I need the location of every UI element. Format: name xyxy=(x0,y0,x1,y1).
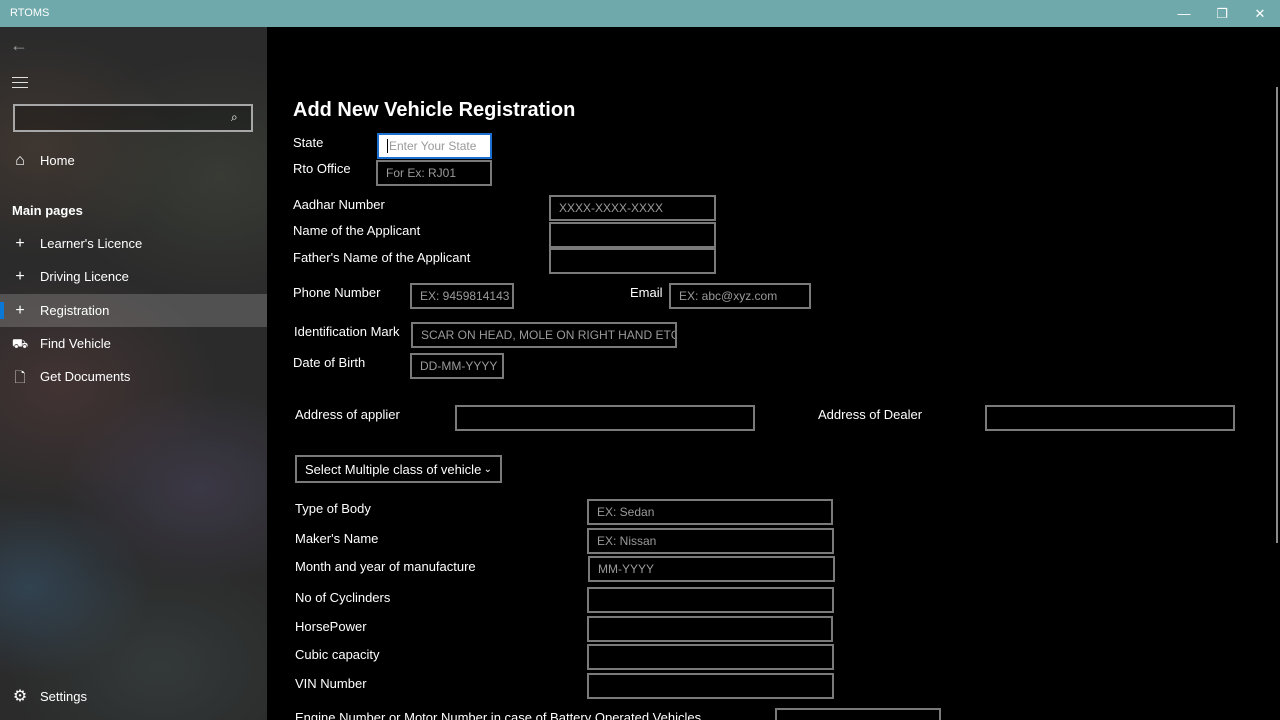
vin-label: VIN Number xyxy=(295,676,367,691)
home-icon: ⌂ xyxy=(15,151,25,169)
page-title: Add New Vehicle Registration xyxy=(293,99,576,121)
father-name-label: Father's Name of the Applicant xyxy=(293,250,471,265)
app-title: RTOMS xyxy=(10,7,50,19)
nav-item-label: Home xyxy=(40,153,75,168)
nav-item-label: Registration xyxy=(40,303,110,318)
identification-mark-input[interactable]: SCAR ON HEAD, MOLE ON RIGHT HAND ETC xyxy=(411,322,677,348)
search-icon[interactable]: ⌕ xyxy=(231,110,245,124)
phone-label: Phone Number xyxy=(293,285,381,300)
gear-icon: ⚙ xyxy=(12,687,28,705)
maker-label: Maker's Name xyxy=(295,531,379,546)
title-bar: RTOMS — ❐ ✕ xyxy=(0,0,1280,27)
father-name-input[interactable] xyxy=(549,248,716,274)
plus-icon: + xyxy=(15,301,25,319)
horsepower-input[interactable] xyxy=(587,616,833,642)
aadhar-label: Aadhar Number xyxy=(293,197,385,212)
restore-button[interactable]: ❐ xyxy=(1203,0,1241,27)
address-dealer-label: Address of Dealer xyxy=(818,407,923,422)
manufacture-input[interactable]: MM-YYYY xyxy=(588,556,835,582)
rto-office-label: Rto Office xyxy=(293,161,351,176)
dob-label: Date of Birth xyxy=(293,355,366,370)
email-input[interactable]: EX: abc@xyz.com xyxy=(669,283,811,309)
state-input[interactable]: Enter Your State xyxy=(377,133,492,159)
applicant-name-input[interactable] xyxy=(549,222,716,248)
dropdown-label: Select Multiple class of vehicle xyxy=(305,461,482,477)
dob-input[interactable]: DD-MM-YYYY xyxy=(410,353,504,379)
nav-item-label: Driving Licence xyxy=(40,269,129,284)
nav-item-driving-licence[interactable]: + Driving Licence xyxy=(0,260,267,293)
nav-item-find-vehicle[interactable]: ⛟ Find Vehicle xyxy=(0,327,267,360)
applicant-name-label: Name of the Applicant xyxy=(293,223,421,238)
main-content: Add New Vehicle Registration State Enter… xyxy=(267,27,1280,720)
nav-item-learners-licence[interactable]: + Learner's Licence xyxy=(0,227,267,260)
rto-office-input[interactable]: For Ex: RJ01 xyxy=(376,160,492,186)
nav-item-label: Learner's Licence xyxy=(40,236,143,251)
nav-item-label: Get Documents xyxy=(40,369,131,384)
nav-item-label: Find Vehicle xyxy=(40,336,111,351)
address-applier-input[interactable] xyxy=(455,405,755,431)
hamburger-menu-icon[interactable] xyxy=(12,77,28,89)
cubic-capacity-label: Cubic capacity xyxy=(295,647,380,662)
nav-item-settings[interactable]: ⚙ Settings xyxy=(0,680,267,713)
engine-number-label: Engine Number or Motor Number in case of… xyxy=(295,710,702,720)
address-dealer-input[interactable] xyxy=(985,405,1235,431)
cubic-capacity-input[interactable] xyxy=(587,644,834,670)
cylinders-label: No of Cyclinders xyxy=(295,590,391,605)
vertical-scrollbar[interactable] xyxy=(1276,87,1278,543)
nav-item-label: Settings xyxy=(40,689,87,704)
cylinders-input[interactable] xyxy=(587,587,834,613)
chevron-down-icon: ⌄ xyxy=(483,463,492,475)
phone-input[interactable]: EX: 9459814143 xyxy=(410,283,514,309)
aadhar-input[interactable]: XXXX-XXXX-XXXX xyxy=(549,195,716,221)
plus-icon: + xyxy=(15,267,25,285)
section-title-main-pages: Main pages xyxy=(12,203,83,218)
back-arrow-icon[interactable]: ← xyxy=(10,35,30,55)
horsepower-label: HorsePower xyxy=(295,619,367,634)
engine-number-input[interactable] xyxy=(775,708,941,720)
state-label: State xyxy=(293,135,324,150)
minimize-button[interactable]: — xyxy=(1165,0,1203,27)
navigation-pane: ← ⌕ ⌂ Home Main pages + Learner's Licenc… xyxy=(0,27,267,720)
vehicle-class-dropdown[interactable]: Select Multiple class of vehicle ⌄ xyxy=(295,455,502,483)
identification-mark-label: Identification Mark xyxy=(294,324,400,339)
email-label: Email xyxy=(630,285,663,300)
nav-item-get-documents[interactable]: 🗋 Get Documents xyxy=(0,360,267,393)
close-button[interactable]: ✕ xyxy=(1241,0,1279,27)
plus-icon: + xyxy=(15,234,25,252)
search-input[interactable]: ⌕ xyxy=(13,104,253,132)
vin-input[interactable] xyxy=(587,673,834,699)
nav-item-home[interactable]: ⌂ Home xyxy=(0,144,267,177)
vehicle-icon: ⛟ xyxy=(11,335,29,351)
body-type-input[interactable]: EX: Sedan xyxy=(587,499,833,525)
body-type-label: Type of Body xyxy=(295,501,371,516)
address-applier-label: Address of applier xyxy=(295,407,400,422)
nav-item-registration[interactable]: + Registration xyxy=(0,294,267,327)
manufacture-label: Month and year of manufacture xyxy=(295,559,476,574)
document-icon: 🗋 xyxy=(14,368,26,385)
maker-input[interactable]: EX: Nissan xyxy=(587,528,834,554)
